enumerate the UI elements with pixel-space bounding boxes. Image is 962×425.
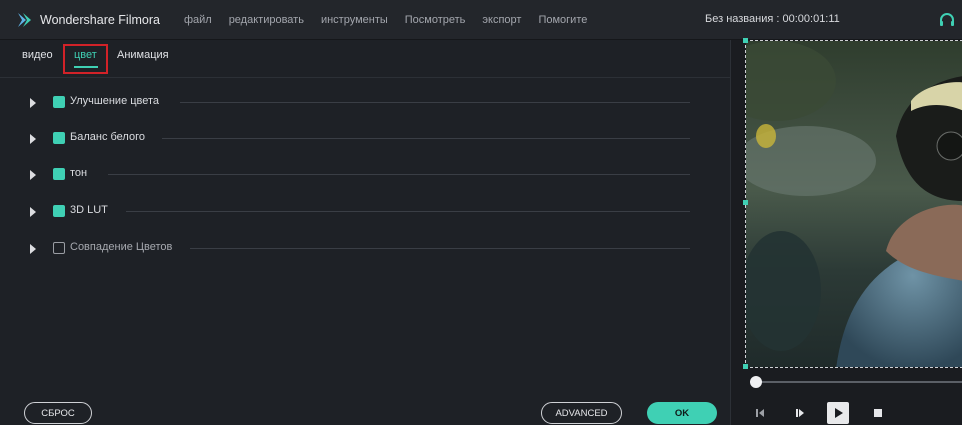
preview-panel — [730, 38, 962, 425]
menu-help[interactable]: Помогите — [538, 14, 587, 26]
section-divider — [108, 174, 690, 175]
section-color-match[interactable]: Совпадение Цветов — [30, 241, 690, 257]
expand-arrow-icon[interactable] — [30, 207, 36, 217]
section-label: Улучшение цвета — [70, 95, 160, 107]
timeline-scrubber[interactable] — [755, 381, 962, 383]
tab-highlight-box — [63, 44, 108, 74]
section-checkbox[interactable] — [53, 96, 65, 108]
next-frame-button[interactable] — [789, 402, 811, 424]
section-label: 3D LUT — [70, 204, 108, 216]
app-name: Wondershare Filmora — [40, 12, 160, 27]
expand-arrow-icon[interactable] — [30, 170, 36, 180]
advanced-button[interactable]: ADVANCED — [541, 402, 622, 424]
headset-icon[interactable] — [938, 11, 956, 29]
crop-handle[interactable] — [743, 200, 748, 205]
section-color-enhancement[interactable]: Улучшение цвета — [30, 95, 690, 111]
section-divider — [162, 138, 690, 139]
menu-view[interactable]: Посмотреть — [405, 14, 466, 26]
section-divider — [126, 211, 690, 212]
menu-edit[interactable]: редактировать — [229, 14, 304, 26]
menu-file[interactable]: файл — [184, 14, 212, 26]
expand-arrow-icon[interactable] — [30, 244, 36, 254]
main-menu: файл редактировать инструменты Посмотрет… — [184, 14, 604, 26]
previous-frame-button[interactable] — [749, 402, 771, 424]
menu-tools[interactable]: инструменты — [321, 14, 388, 26]
section-checkbox[interactable] — [53, 205, 65, 217]
previous-frame-icon — [756, 409, 764, 417]
expand-arrow-icon[interactable] — [30, 98, 36, 108]
section-divider — [190, 248, 690, 249]
section-3d-lut[interactable]: 3D LUT — [30, 204, 690, 220]
section-white-balance[interactable]: Баланс белого — [30, 131, 690, 147]
scrubber-knob[interactable] — [750, 376, 762, 388]
section-checkbox[interactable] — [53, 242, 65, 254]
crop-handle[interactable] — [743, 364, 748, 369]
editing-panel: видео цвет Анимация Улучшение цвета Бала… — [0, 40, 730, 425]
video-preview[interactable] — [745, 40, 962, 368]
tab-animation[interactable]: Анимация — [117, 49, 169, 61]
tab-video[interactable]: видео — [22, 49, 53, 61]
next-frame-icon — [796, 409, 804, 417]
section-label: Совпадение Цветов — [70, 241, 173, 253]
play-icon — [835, 408, 843, 418]
expand-arrow-icon[interactable] — [30, 134, 36, 144]
play-button[interactable] — [827, 402, 849, 424]
filmora-logo-icon — [18, 12, 31, 27]
crop-handle[interactable] — [743, 38, 748, 43]
title-bar: Wondershare Filmora файл редактировать и… — [0, 0, 962, 40]
section-checkbox[interactable] — [53, 132, 65, 144]
section-label: Баланс белого — [70, 131, 145, 143]
tab-bar: видео цвет Анимация — [0, 40, 730, 78]
section-tone[interactable]: тон — [30, 167, 690, 183]
menu-export[interactable]: экспорт — [482, 14, 521, 26]
section-divider — [180, 102, 690, 103]
stop-icon — [874, 409, 882, 417]
stop-button[interactable] — [867, 402, 889, 424]
section-checkbox[interactable] — [53, 168, 65, 180]
project-title: Без названия : 00:00:01:11 — [705, 13, 840, 25]
preview-frame — [746, 41, 962, 367]
reset-button[interactable]: СБРОС — [24, 402, 92, 424]
section-label: тон — [70, 167, 88, 179]
ok-button[interactable]: OK — [647, 402, 717, 424]
